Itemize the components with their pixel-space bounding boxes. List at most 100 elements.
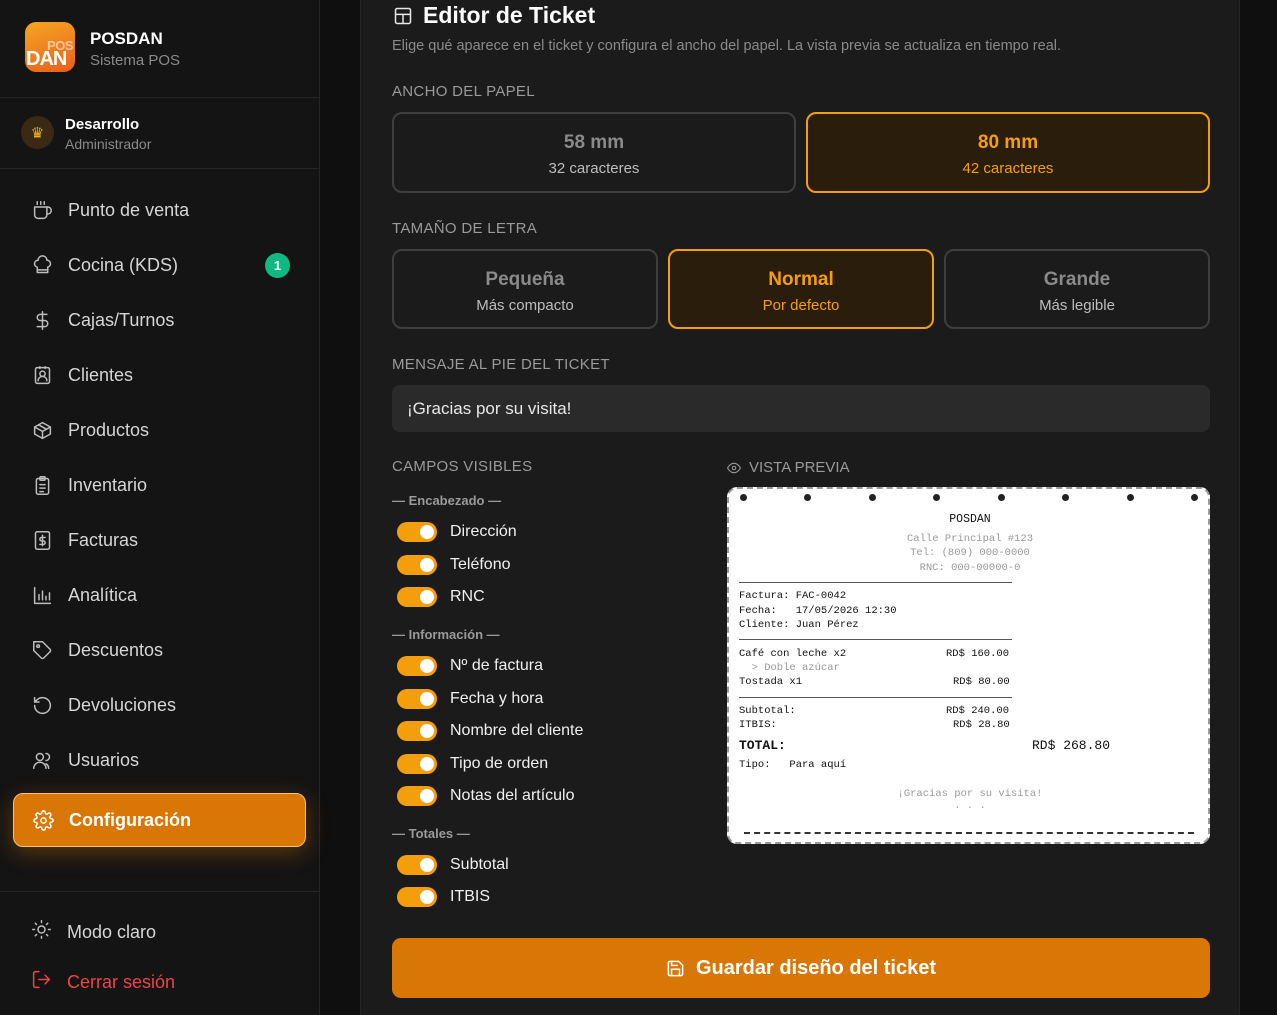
receipt-divider	[739, 582, 1012, 583]
receipt-item-1-price: RD$ 160.00	[946, 648, 1010, 660]
receipt-holes	[729, 494, 1208, 504]
receipt-dollar-icon	[31, 530, 53, 552]
option-subtitle: 42 caracteres	[962, 160, 1054, 177]
numero-factura-toggle[interactable]	[397, 656, 437, 676]
nav-label: Clientes	[68, 365, 134, 385]
layout-icon	[394, 7, 412, 24]
toggle-row-itbis[interactable]: ITBIS	[397, 887, 490, 907]
nav-item-devoluciones[interactable]: Devoluciones	[13, 678, 306, 733]
nombre-cliente-toggle[interactable]	[397, 721, 437, 741]
sun-icon	[31, 919, 52, 945]
receipt-business-name: POSDAN	[949, 513, 991, 526]
user-role: Administrador	[65, 136, 152, 152]
eye-icon	[727, 462, 741, 473]
nav-item-analitica[interactable]: Analítica	[13, 568, 306, 623]
package-icon	[31, 420, 53, 442]
direccion-toggle[interactable]	[397, 522, 437, 542]
main-nav: Punto de venta Cocina (KDS) 1 Cajas/Turn…	[13, 183, 306, 847]
nav-item-punto-de-venta[interactable]: Punto de venta	[13, 183, 306, 238]
theme-toggle-label: Modo claro	[67, 921, 157, 942]
nav-item-usuarios[interactable]: Usuarios	[13, 733, 306, 788]
tag-icon	[31, 640, 53, 662]
receipt-itbis: RD$ 28.80	[953, 719, 1010, 731]
toggle-row-fecha-hora[interactable]: Fecha y hora	[397, 689, 543, 709]
nav-item-cajas-turnos[interactable]: Cajas/Turnos	[13, 293, 306, 348]
nav-item-facturas[interactable]: Facturas	[13, 513, 306, 568]
receipt-hole	[998, 494, 1005, 501]
logout-label: Cerrar sesión	[67, 971, 176, 992]
receipt-hole	[804, 494, 811, 501]
nav-label: Productos	[68, 420, 150, 440]
nav-item-descuentos[interactable]: Descuentos	[13, 623, 306, 678]
option-title: Normal	[768, 269, 834, 290]
toggle-row-rnc[interactable]: RNC	[397, 587, 485, 607]
save-ticket-button[interactable]: Guardar diseño del ticket	[392, 938, 1210, 998]
toggle-row-notas-articulo[interactable]: Notas del artículo	[397, 786, 575, 806]
toggle-row-tipo-orden[interactable]: Tipo de orden	[397, 754, 548, 774]
receipt-hole	[740, 494, 747, 501]
nav-item-cocina[interactable]: Cocina (KDS) 1	[13, 238, 306, 293]
toggle-row-direccion[interactable]: Dirección	[397, 522, 517, 542]
nav-label: Analítica	[68, 585, 138, 605]
nav-item-inventario[interactable]: Inventario	[13, 458, 306, 513]
save-button-label: Guardar diseño del ticket	[695, 956, 937, 979]
receipt-total: RD$ 268.80	[1032, 738, 1111, 753]
nav-label: Inventario	[68, 475, 148, 495]
nav-label: Devoluciones	[68, 695, 177, 715]
footer-message-input[interactable]	[392, 385, 1210, 432]
receipt-hole	[869, 494, 876, 501]
user-card[interactable]: ♛ Desarrollo Administrador	[0, 99, 319, 169]
receipt-tear-line	[744, 832, 1194, 834]
nav-label: Cajas/Turnos	[68, 310, 175, 330]
receipt-subtotal: RD$ 240.00	[946, 705, 1010, 717]
nav-label: Descuentos	[68, 640, 164, 660]
receipt-hole	[1062, 494, 1069, 501]
toggle-row-subtotal[interactable]: Subtotal	[397, 855, 509, 875]
option-subtitle: Más compacto	[476, 297, 574, 314]
paper-58mm-option[interactable]: 58 mm 32 caracteres	[392, 112, 796, 193]
toggle-row-numero-factura[interactable]: Nº de factura	[397, 656, 543, 676]
paper-80mm-option[interactable]: 80 mm 42 caracteres	[806, 112, 1210, 193]
subtotal-toggle[interactable]	[397, 855, 437, 875]
coffee-cup-icon	[31, 200, 53, 222]
logo-text-dan: DAN	[26, 48, 67, 70]
nav-item-clientes[interactable]: Clientes	[13, 348, 306, 403]
toggle-label: Tipo de orden	[450, 755, 549, 772]
rnc-toggle[interactable]	[397, 587, 437, 607]
notas-articulo-toggle[interactable]	[397, 786, 437, 806]
ticket-preview: POSDAN Calle Principal #123 Tel: (809) 0…	[727, 487, 1210, 844]
itbis-toggle[interactable]	[397, 887, 437, 907]
nav-item-productos[interactable]: Productos	[13, 403, 306, 458]
nav-item-configuracion[interactable]: Configuración	[13, 793, 306, 847]
logout-icon	[31, 969, 52, 995]
brand-name: POSDAN	[90, 29, 163, 48]
sidebar-footer: Modo claro Cerrar sesión	[0, 891, 319, 1015]
chef-hat-icon	[31, 255, 53, 277]
fecha-hora-toggle[interactable]	[397, 689, 437, 709]
posdan-logo: POS DAN	[25, 22, 75, 72]
contact-icon	[31, 365, 53, 387]
toggle-label: ITBIS	[450, 888, 491, 905]
telefono-toggle[interactable]	[397, 555, 437, 575]
font-large-option[interactable]: Grande Más legible	[944, 249, 1210, 329]
page-title: Editor de Ticket	[423, 2, 596, 28]
receipt-phone: Tel: (809) 000-0000	[910, 547, 1030, 559]
font-small-option[interactable]: Pequeña Más compacto	[392, 249, 658, 329]
toggle-row-nombre-cliente[interactable]: Nombre del cliente	[397, 721, 583, 741]
title-row: Editor de Ticket	[393, 2, 595, 29]
logout-button[interactable]: Cerrar sesión	[31, 969, 175, 995]
receipt-divider	[739, 697, 1012, 698]
receipt-dots: . . .	[954, 800, 986, 812]
dollar-icon	[31, 310, 53, 332]
font-normal-option[interactable]: Normal Por defecto	[668, 249, 934, 329]
save-icon	[667, 960, 684, 976]
theme-toggle-button[interactable]: Modo claro	[31, 919, 156, 945]
option-title: 80 mm	[977, 132, 1039, 153]
group-info-title: — Información —	[392, 627, 500, 642]
receipt-itbis-label: ITBIS:	[739, 719, 777, 731]
crown-icon: ♛	[21, 116, 54, 149]
users-icon	[31, 750, 53, 772]
toggle-row-telefono[interactable]: Teléfono	[397, 555, 511, 575]
tipo-orden-toggle[interactable]	[397, 754, 437, 774]
receipt-total-label: TOTAL:	[739, 738, 786, 753]
